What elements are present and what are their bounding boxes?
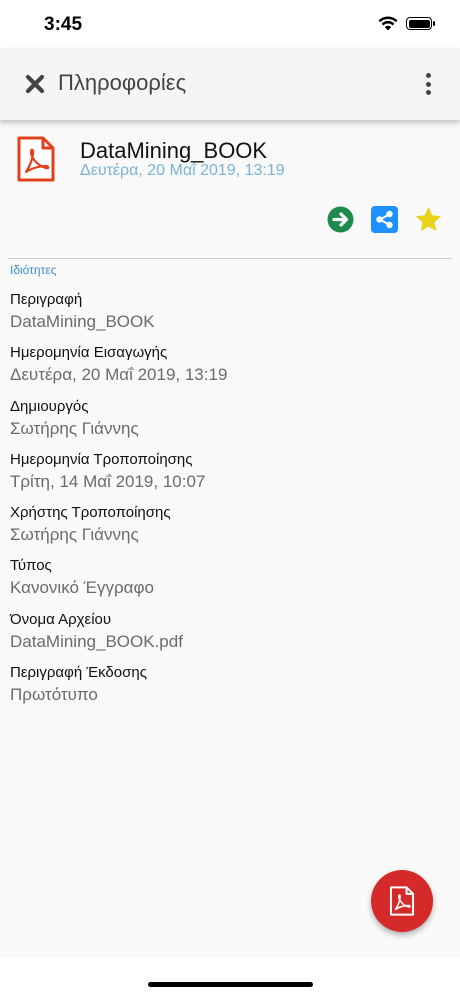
property-item: Ημερομηνία Εισαγωγής Δευτέρα, 20 Μαΐ 201… [10,343,450,396]
property-item: Όνομα Αρχείου DataMining_BOOK.pdf [10,610,450,663]
property-item: Τύπος Κανονικό Έγγραφο [10,556,450,609]
status-time: 3:45 [44,14,83,35]
property-item: Δημιουργός Σωτήρης Γιάννης [10,397,450,450]
property-value: Πρωτότυπο [10,685,98,705]
property-label: Ημερομηνία Τροποποίησης [10,450,193,468]
property-value: Σωτήρης Γιάννης [10,418,139,438]
property-value: Τρίτη, 14 Μαΐ 2019, 10:07 [10,471,206,491]
pdf-file-icon [17,136,55,182]
section-label-properties: Ιδιότητες [10,263,57,277]
document-date: Δευτέρα, 20 Μαΐ 2019, 13:19 [80,162,285,179]
share-icon[interactable] [371,206,398,233]
more-vert-icon[interactable] [422,70,434,98]
property-value: DataMining_BOOK [10,312,155,331]
property-value: Σωτήρης Γιάννης [10,525,139,545]
property-label: Χρήστης Τροποποίησης [10,504,171,522]
action-bar [327,206,442,233]
property-label: Περιγραφή Έκδοσης [10,664,147,682]
property-item: Περιγραφή Έκδοσης Πρωτότυπο [10,663,450,716]
pdf-icon [389,886,415,916]
property-item: Περιγραφή DataMining_BOOK [10,290,450,343]
divider [8,258,452,259]
star-icon[interactable] [415,206,442,233]
battery-icon [406,17,435,30]
property-label: Περιγραφή [10,291,83,308]
property-value: DataMining_BOOK.pdf [10,631,183,651]
status-bar: 3:45 [0,0,460,48]
property-item: Ημερομηνία Τροποποίησης Τρίτη, 14 Μαΐ 20… [10,450,450,503]
status-icons [378,16,435,31]
property-value: Κανονικό Έγγραφο [10,578,154,598]
wifi-icon [378,16,398,31]
page-title: Πληροφορίες [58,70,187,95]
property-label: Ημερομηνία Εισαγωγής [10,344,168,362]
document-title: DataMining_BOOK [80,138,268,163]
property-value: Δευτέρα, 20 Μαΐ 2019, 13:19 [10,365,228,385]
property-label: Όνομα Αρχείου [10,610,112,628]
bottom-bar [0,958,460,996]
close-icon[interactable] [24,73,46,95]
open-arrow-icon[interactable] [327,206,354,233]
home-indicator[interactable] [148,982,313,987]
property-label: Δημιουργός [10,397,89,415]
property-label: Τύπος [10,557,52,575]
app-bar: Πληροφορίες [0,48,460,120]
open-pdf-button[interactable] [371,870,433,932]
property-item: Χρήστης Τροποποίησης Σωτήρης Γιάννης [10,503,450,556]
properties-list: Περιγραφή DataMining_BOOK Ημερομηνία Εισ… [10,290,450,716]
